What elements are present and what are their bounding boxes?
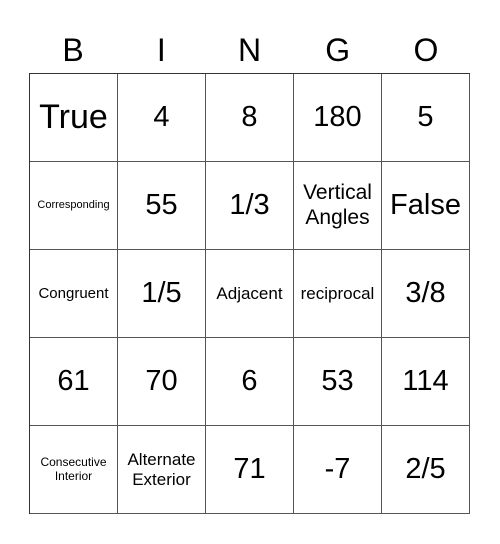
bingo-cell[interactable]: reciprocal	[294, 250, 382, 338]
header-letter-b: B	[62, 32, 84, 68]
bingo-cell[interactable]: 70	[118, 338, 206, 426]
bingo-cell[interactable]: Corresponding	[30, 162, 118, 250]
bingo-cell[interactable]: 4	[118, 74, 206, 162]
bingo-cell[interactable]: 71	[206, 426, 294, 514]
bingo-cell[interactable]: 61	[30, 338, 118, 426]
bingo-cell[interactable]: 6	[206, 338, 294, 426]
header-letter-g: G	[325, 32, 351, 68]
bingo-grid: True 4 8 180 5 Corresponding 55 1/3 Vert…	[29, 73, 470, 514]
bingo-cell[interactable]: 5	[382, 74, 470, 162]
header-letter-o: O	[413, 32, 439, 68]
header-letter-n: N	[237, 32, 262, 68]
bingo-cell[interactable]: -7	[294, 426, 382, 514]
bingo-cell[interactable]: 180	[294, 74, 382, 162]
bingo-cell[interactable]: 53	[294, 338, 382, 426]
bingo-cell[interactable]: 2/5	[382, 426, 470, 514]
bingo-cell[interactable]: Alternate Exterior	[118, 426, 206, 514]
bingo-cell[interactable]: Vertical Angles	[294, 162, 382, 250]
bingo-cell[interactable]: Consecutive Interior	[30, 426, 118, 514]
bingo-cell[interactable]: 1/3	[206, 162, 294, 250]
bingo-cell[interactable]: 114	[382, 338, 470, 426]
header-letter-i: I	[156, 32, 166, 68]
bingo-cell[interactable]: Congruent	[30, 250, 118, 338]
bingo-cell[interactable]: 55	[118, 162, 206, 250]
bingo-cell[interactable]: False	[382, 162, 470, 250]
bingo-cell[interactable]: 8	[206, 74, 294, 162]
bingo-header: B I N G O	[29, 28, 470, 73]
bingo-cell[interactable]: 3/8	[382, 250, 470, 338]
bingo-cell[interactable]: True	[30, 74, 118, 162]
bingo-cell[interactable]: Adjacent	[206, 250, 294, 338]
bingo-cell[interactable]: 1/5	[118, 250, 206, 338]
